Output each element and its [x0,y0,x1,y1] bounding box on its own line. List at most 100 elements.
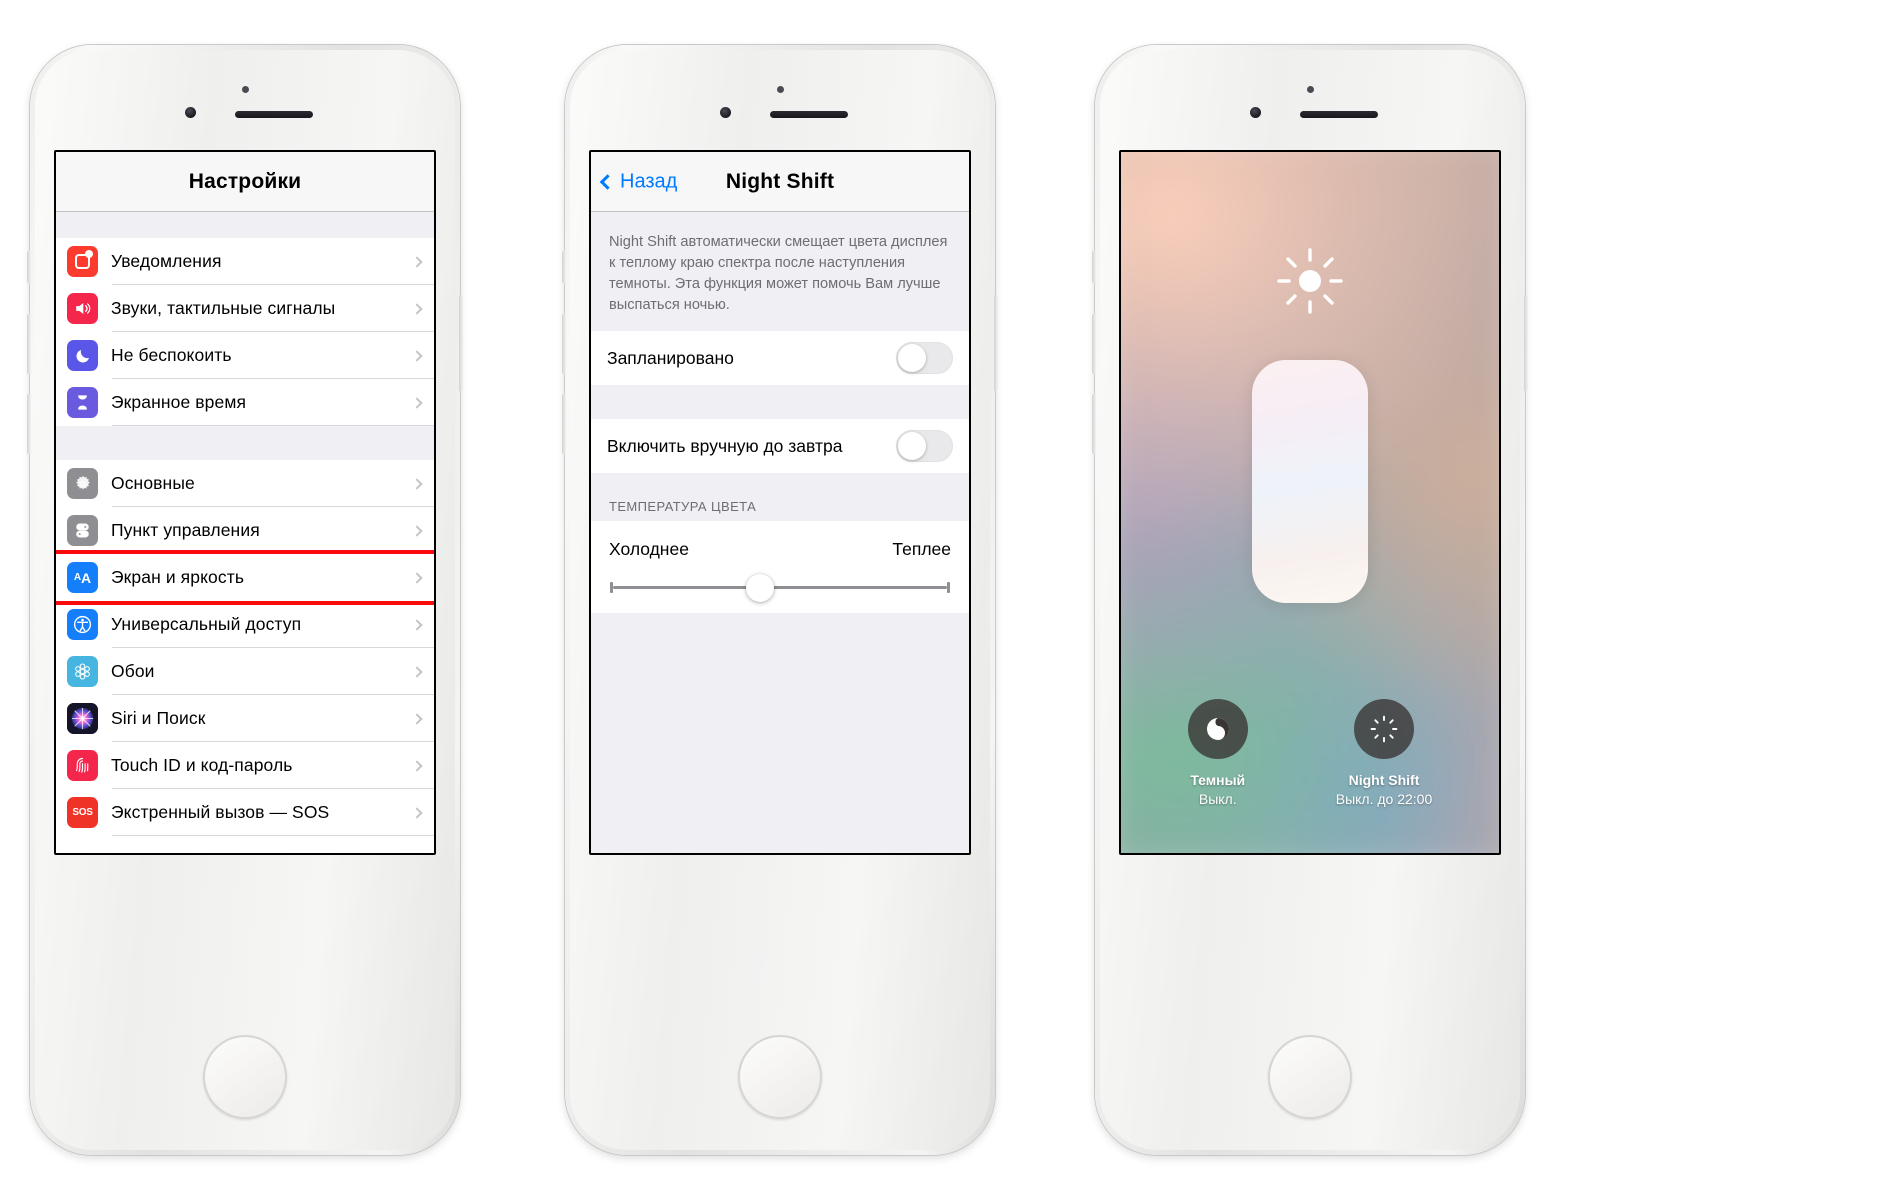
settings-row-wallpaper[interactable]: Обои [56,648,434,695]
power-button[interactable] [994,295,998,391]
screen-frame: Темный Выкл. Night Shift Выкл. до 22:00 [1119,150,1501,855]
manual-until-tomorrow-toggle[interactable] [896,430,953,463]
control-center-toggles: Темный Выкл. Night Shift Выкл. до 22:00 [1121,699,1499,809]
chevron-right-icon [411,806,423,819]
page-title: Настройки [188,169,302,193]
camera-dot-icon [241,86,249,93]
dark-mode-button[interactable]: Темный Выкл. [1187,699,1248,809]
settings-row-do-not-disturb[interactable]: Не беспокоить [56,332,434,379]
chevron-right-icon [411,665,423,678]
home-button[interactable] [1268,1035,1352,1119]
color-temperature-slider-group: Холоднее Теплее [591,521,969,614]
iphone-settings-device: Настройки Уведомления Звуки, тактильные … [27,45,463,1155]
night-shift-nav-bar: Назад Night Shift [591,152,969,212]
back-button[interactable]: Назад [599,170,678,193]
sos-icon: SOS [67,797,98,828]
mute-switch[interactable] [1092,250,1096,284]
camera-dot-icon [776,86,784,93]
touch-id-icon [67,750,98,781]
row-label: Основные [111,473,195,493]
volume-down-button[interactable] [1092,393,1096,455]
control-center-screen: Темный Выкл. Night Shift Выкл. до 22:00 [1121,152,1499,853]
section-spacer [591,385,969,420]
settings-group-1: Уведомления Звуки, тактильные сигналы Не… [56,238,434,426]
chevron-right-icon [411,618,423,631]
home-button[interactable] [203,1035,287,1119]
scheduled-label: Запланировано [607,347,734,368]
volume-up-button[interactable] [562,313,566,375]
notifications-icon [67,246,98,277]
row-label: Пункт управления [111,520,260,540]
row-label: Экстренный вызов — SOS [111,802,330,822]
front-camera-icon [720,107,731,118]
power-button[interactable] [1524,295,1528,391]
volume-up-button[interactable] [27,313,31,375]
slider-warmer-label: Теплее [892,539,951,560]
display-brightness-icon: AA [67,562,98,593]
slider-thumb[interactable] [745,573,774,602]
wallpaper-icon [67,656,98,687]
row-label: Экран и яркость [111,567,245,587]
slider-cooler-label: Холоднее [609,539,689,560]
row-label: Не беспокоить [111,345,232,365]
night-shift-state: Выкл. до 22:00 [1335,791,1433,808]
back-button-label: Назад [620,170,678,192]
manual-until-tomorrow-row[interactable]: Включить вручную до завтра [591,419,969,474]
row-label: Универсальный доступ [111,614,302,634]
settings-row-control-center[interactable]: Пункт управления [56,507,434,554]
settings-row-general[interactable]: Основные [56,460,434,507]
mute-switch[interactable] [27,250,31,284]
settings-row-sounds[interactable]: Звуки, тактильные сигналы [56,285,434,332]
control-center-icon [67,515,98,546]
earpiece-speaker [235,111,313,118]
volume-down-button[interactable] [562,393,566,455]
scheduled-row[interactable]: Запланировано [591,331,969,386]
row-label: Siri и Поиск [111,708,206,728]
screen-frame: Настройки Уведомления Звуки, тактильные … [54,150,436,855]
manual-until-tomorrow-label: Включить вручную до завтра [607,435,843,456]
gear-icon [67,468,98,499]
chevron-right-icon [411,571,423,584]
dark-mode-label: Темный [1190,772,1246,789]
night-shift-icon [1353,699,1414,760]
row-label: Обои [111,661,155,681]
settings-nav-bar: Настройки [56,152,434,212]
scheduled-toggle[interactable] [896,342,953,375]
home-button[interactable] [738,1035,822,1119]
brightness-slider[interactable] [1252,360,1368,603]
settings-row-siri-and-search[interactable]: Siri и Поиск [56,695,434,742]
chevron-right-icon [411,255,423,268]
front-camera-icon [185,107,196,118]
iphone-control-center-device: Темный Выкл. Night Shift Выкл. до 22:00 [1092,45,1528,1155]
volume-down-button[interactable] [27,393,31,455]
mute-switch[interactable] [562,250,566,284]
settings-row-screen-time[interactable]: Экранное время [56,379,434,426]
settings-row-touch-id[interactable]: Touch ID и код-пароль [56,742,434,789]
night-shift-button[interactable]: Night Shift Выкл. до 22:00 [1335,699,1433,809]
chevron-right-icon [411,477,423,490]
volume-up-button[interactable] [1092,313,1096,375]
color-temperature-header: ТЕМПЕРАТУРА ЦВЕТА [591,473,969,522]
chevron-left-icon [599,173,616,190]
row-label: Уведомления [111,251,222,271]
settings-group-2: Основные Пункт управления A A Экран и яр… [56,460,434,836]
dark-mode-state: Выкл. [1198,791,1237,808]
screen-frame: Назад Night Shift Night Shift автоматиче… [589,150,971,855]
power-button[interactable] [459,295,463,391]
iphone-night-shift-device: Назад Night Shift Night Shift автоматиче… [562,45,998,1155]
do-not-disturb-icon [67,340,98,371]
settings-row-emergency-sos[interactable]: SOS Экстренный вызов — SOS [56,789,434,836]
settings-row-accessibility[interactable]: Универсальный доступ [56,601,434,648]
earpiece-speaker [1300,111,1378,118]
night-shift-label: Night Shift [1348,772,1420,789]
siri-icon [67,703,98,734]
row-label: Звуки, тактильные сигналы [111,298,336,318]
color-temperature-slider[interactable] [610,573,950,602]
empty-area [591,613,969,853]
screenshot-stage: Настройки Уведомления Звуки, тактильные … [0,0,1900,1204]
camera-dot-icon [1306,86,1314,93]
settings-row-notifications[interactable]: Уведомления [56,238,434,285]
settings-row-display-and-brightness[interactable]: AA Экран и яркость [56,550,434,605]
dark-mode-icon [1187,699,1248,760]
chevron-right-icon [411,302,423,315]
